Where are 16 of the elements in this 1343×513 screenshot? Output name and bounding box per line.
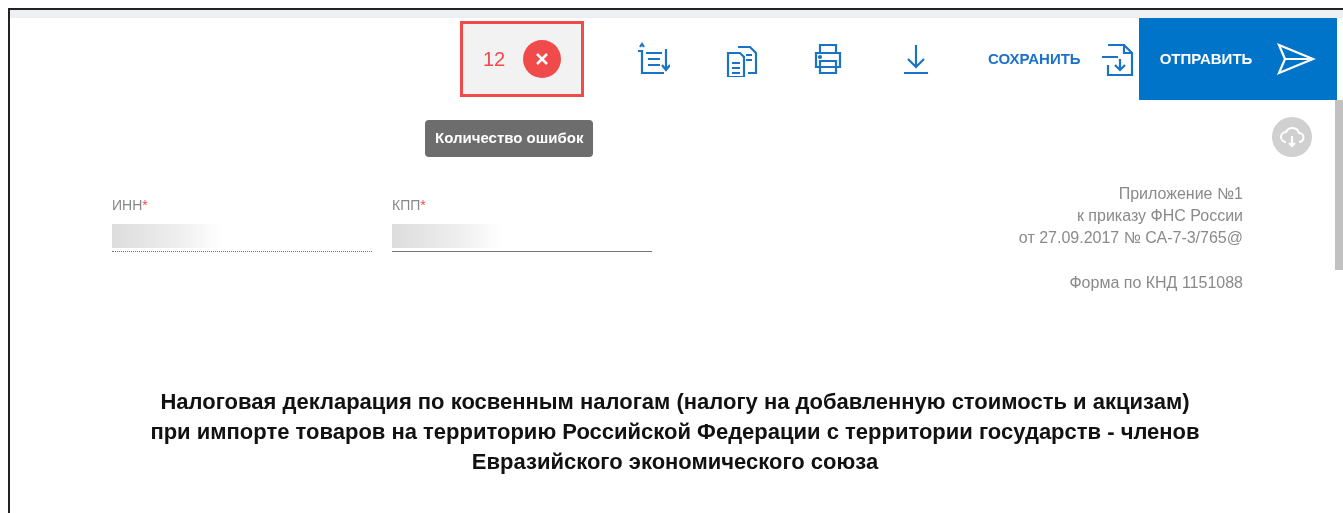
required-mark: * xyxy=(142,197,148,213)
field-label: ИНН xyxy=(112,197,143,213)
send-button[interactable]: ОТПРАВИТЬ xyxy=(1139,18,1337,100)
close-icon xyxy=(523,40,562,78)
error-count-button[interactable]: 12 xyxy=(460,21,584,97)
form-code: Форма по КНД 1151088 xyxy=(1068,273,1243,293)
required-mark: * xyxy=(420,197,426,213)
appendix-line: к приказу ФНС России xyxy=(1075,206,1243,226)
tooltip: Количество ошибок xyxy=(425,120,594,157)
scrollbar[interactable] xyxy=(1335,100,1343,270)
save-button[interactable]: СОХРАНИТЬ xyxy=(988,47,1081,71)
document-title: Налоговая декларация по косвенным налогам (налогу на добавленную стоимость и акцизам) при импорте товаров на территорию Российской Федерации с территории государств - членов Евразийского экономического союза xyxy=(150,388,1200,476)
field-label: КПП xyxy=(392,197,421,213)
appendix-line: Приложение №1 xyxy=(1117,184,1243,204)
send-icon xyxy=(1276,41,1317,77)
appendix-line: от 27.09.2017 № СА-7-3/765@ xyxy=(1018,228,1243,248)
